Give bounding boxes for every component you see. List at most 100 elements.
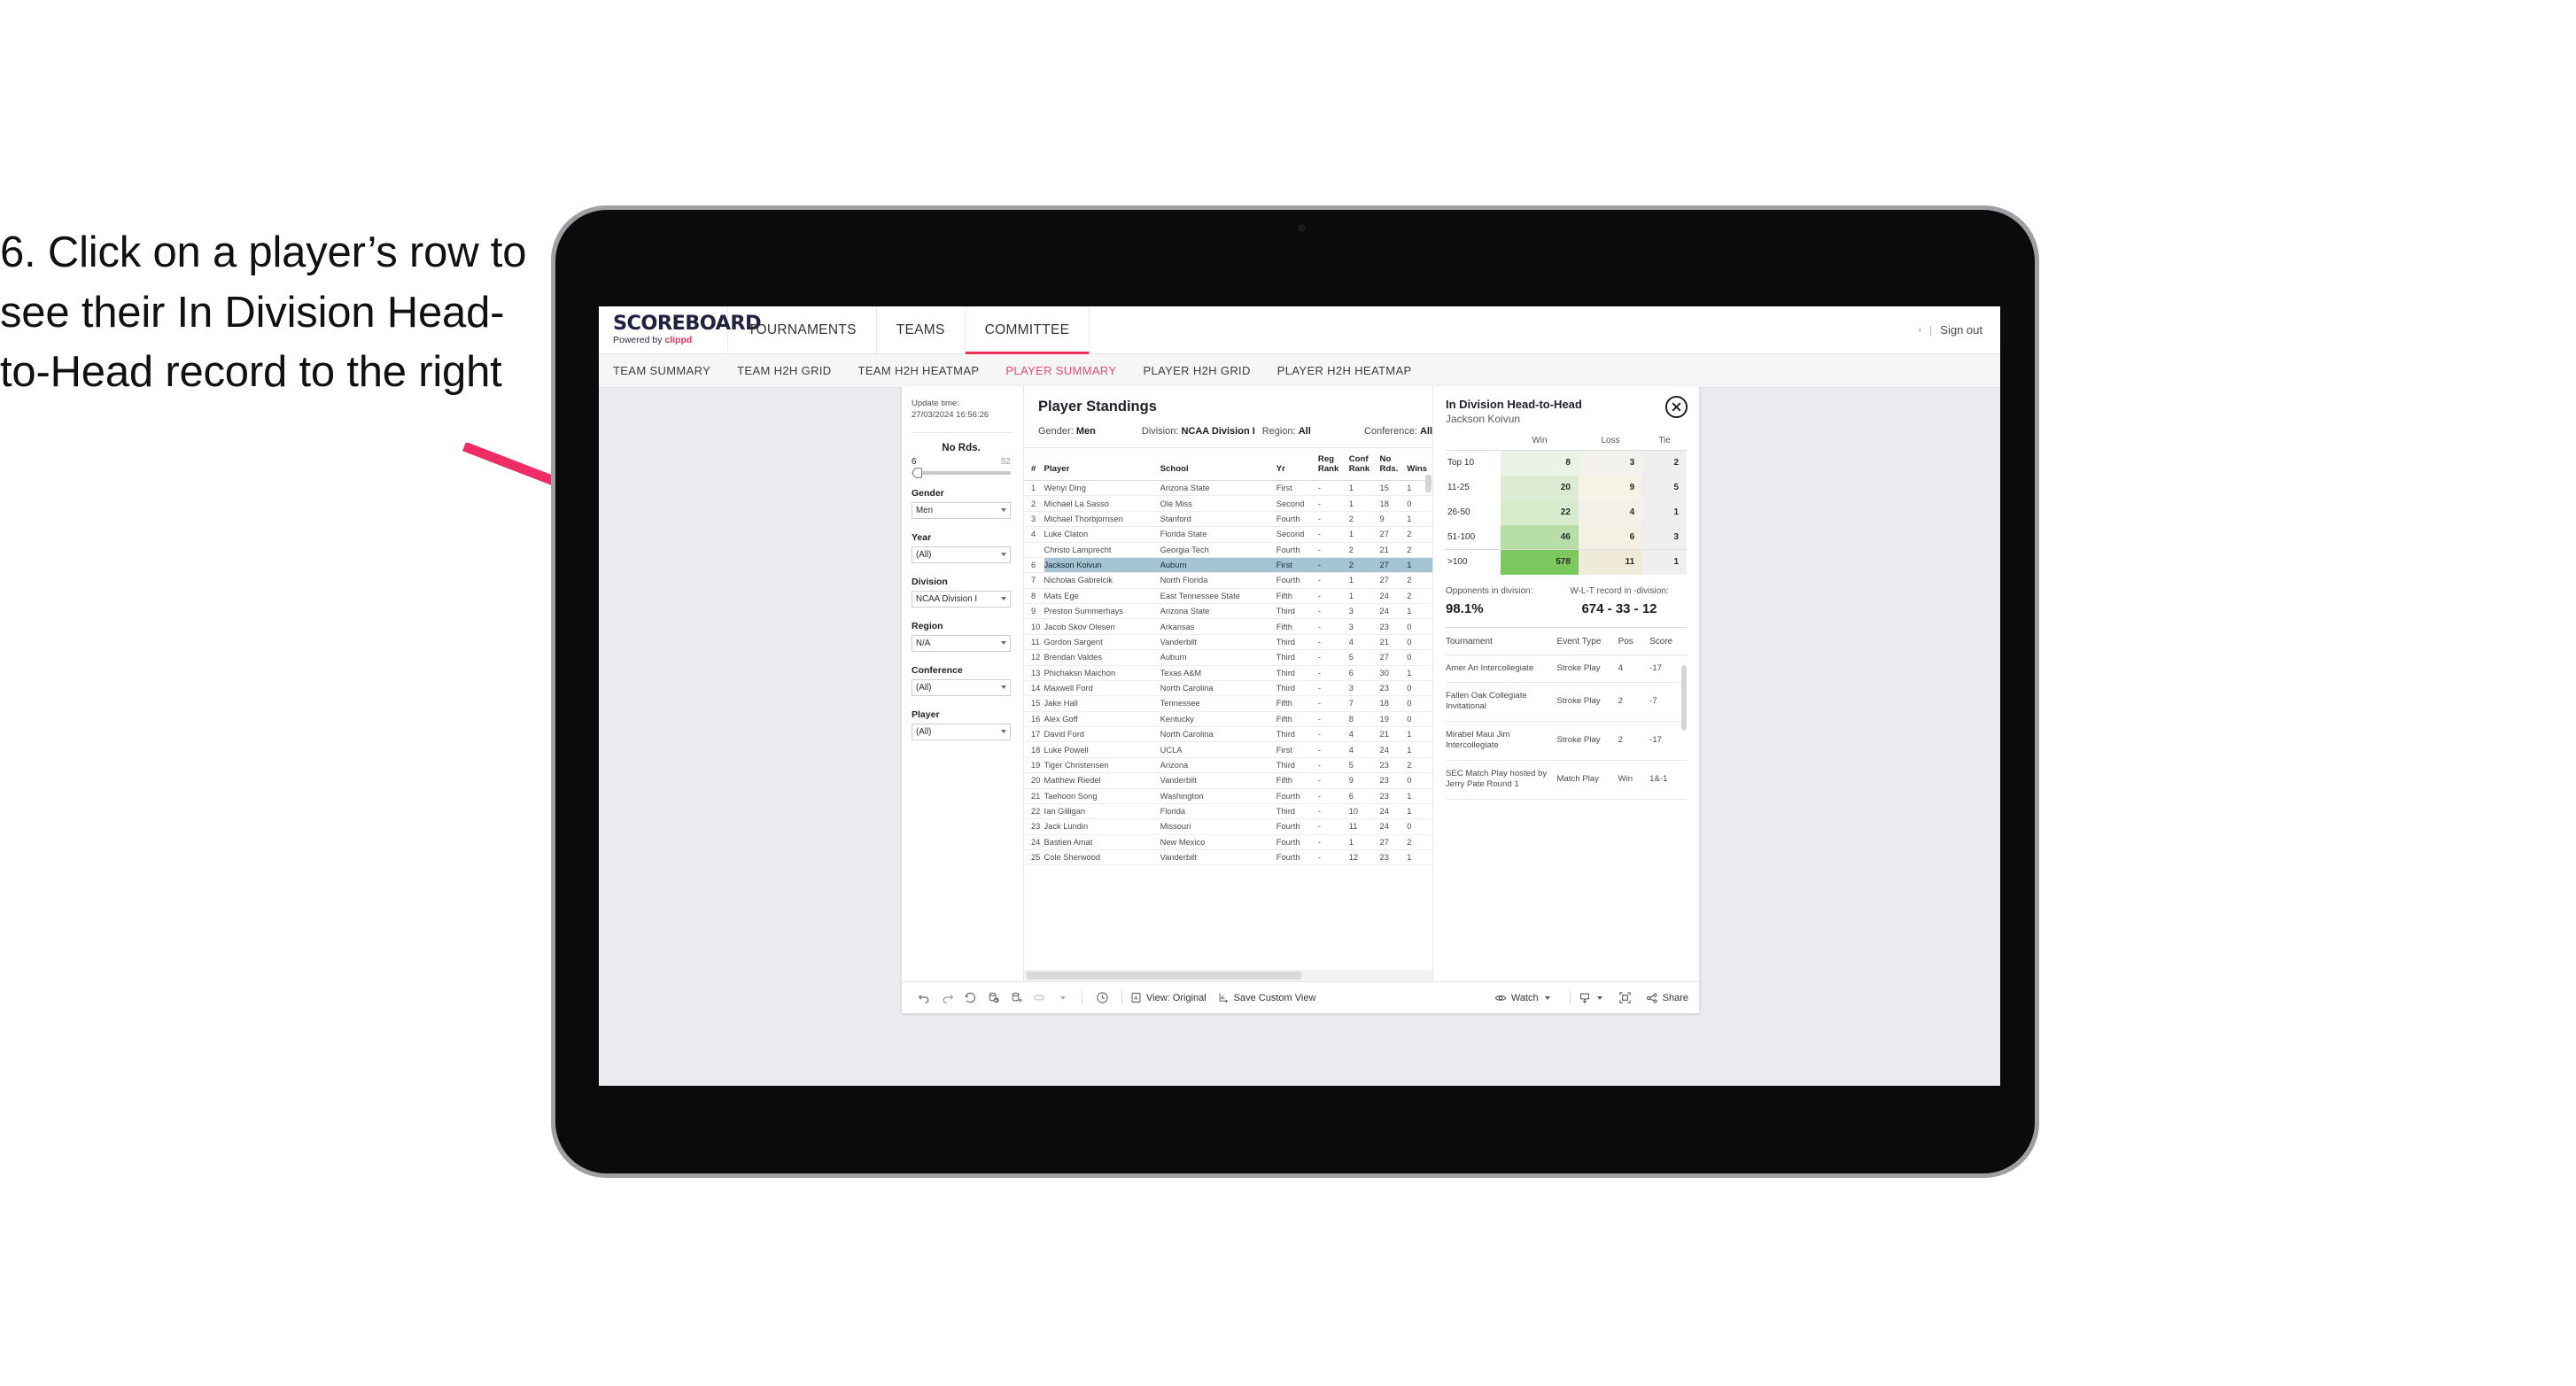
filter-gender-select[interactable]: Men [912,501,1011,519]
sign-out-link[interactable]: Sign out [1940,323,1982,337]
tournament-scrollbar[interactable] [1681,664,1687,731]
nav-committee[interactable]: COMMITTEE [965,306,1090,354]
tab-player-h2h-heatmap[interactable]: PLAYER H2H HEATMAP [1277,364,1412,377]
table-row[interactable]: 1 Wenyi Ding Arizona State First -1 15 1 [1024,480,1432,497]
col-event-type[interactable]: Event Type [1556,627,1618,655]
tournament-row[interactable]: Amer Ari Intercollegiate Stroke Play 4 -17 [1446,654,1687,683]
pause-updates-icon[interactable] [1005,987,1028,1010]
table-row[interactable]: 17 David Ford North Carolina Third -4 21 1 [1024,726,1432,743]
col-no-rds[interactable]: No Rds. [1379,448,1408,481]
table-row[interactable]: 11 Gordon Sargent Vanderbilt Third -4 21 0 [1024,634,1432,651]
col-tournament[interactable]: Tournament [1446,627,1557,655]
tab-team-h2h-grid[interactable]: TEAM H2H GRID [737,364,831,377]
watch-button[interactable]: Watch [1494,992,1550,1004]
table-row[interactable]: 6 Jackson Koivun Auburn First -2 27 1 [1024,557,1432,574]
fullscreen-icon[interactable] [1614,987,1637,1010]
nav-tournaments[interactable]: TOURNAMENTS [728,306,877,353]
col-rank[interactable]: # [1024,448,1044,481]
cell-reg-rank: - [1317,726,1349,743]
h2h-cell-loss: 11 [1578,549,1643,575]
chevron-down-icon [1001,553,1006,557]
tab-player-h2h-grid[interactable]: PLAYER H2H GRID [1143,364,1250,377]
table-row[interactable]: 8 Mats Ege East Tennessee State Fifth -1 24 2 [1024,588,1432,605]
cell-school: Vanderbilt [1160,634,1276,651]
app-logo[interactable]: SCOREBOARD Powered by clippd [599,306,762,353]
h2h-matrix-table: Win Loss Tie Top 10 8 3 2 11-25 20 9 5 26-50 22 4 1… [1446,436,1687,575]
table-row[interactable]: 16 Alex Goff Kentucky Fifth -8 19 0 [1024,711,1432,728]
page-title: Player Standings [1038,399,1157,414]
table-row[interactable]: 18 Luke Powell UCLA First -4 24 1 [1024,741,1432,758]
table-vertical-scrollbar[interactable] [1425,475,1432,492]
table-row[interactable]: 10 Jacob Skov Olesen Arkansas Fifth -3 23 0 [1024,618,1432,635]
col-player[interactable]: Player [1044,448,1160,481]
table-row[interactable]: 15 Jake Hall Tennessee Fifth -7 18 0 [1024,695,1432,712]
filter-conference-select[interactable]: (All) [912,678,1011,696]
table-row[interactable]: 7 Nicholas Gabrelcik North Florida Fourth -1… [1024,572,1432,589]
view-original-button[interactable]: View: Original [1130,992,1207,1003]
undo-icon[interactable] [912,987,935,1010]
filter-player-select[interactable]: (All) [912,723,1011,740]
tab-player-summary[interactable]: PLAYER SUMMARY [1005,364,1116,377]
cell-player: Bastien Amat [1044,834,1160,851]
table-row[interactable]: 24 Bastien Amat New Mexico Fourth -1 27 2 [1024,834,1432,851]
tab-team-summary[interactable]: TEAM SUMMARY [613,364,710,377]
save-custom-view-button[interactable]: Save Custom View [1218,992,1315,1003]
clock-icon[interactable] [1090,987,1113,1010]
refresh-data-icon[interactable] [982,987,1005,1010]
cell-school: Missouri [1160,818,1276,835]
cell-year: Third [1276,757,1318,774]
table-row[interactable]: 3 Michael Thorbjornsen Stanford Fourth -2 9 1 [1024,511,1432,528]
tournament-row[interactable]: Fallen Oak Collegiate Invitational Stroke… [1446,682,1687,722]
tournament-row[interactable]: Mirabel Maui Jim Intercollegiate Stroke P… [1446,721,1687,761]
table-row[interactable]: 25 Cole Sherwood Vanderbilt Fourth -12 23 1 [1024,849,1432,866]
cell-year: Third [1276,649,1318,666]
cell-school: Vanderbilt [1160,772,1276,789]
revert-icon[interactable] [958,987,982,1010]
h2h-cell-win: 20 [1501,475,1579,500]
col-school[interactable]: School [1160,448,1276,481]
table-row[interactable]: Christo Lamprecht Georgia Tech Fourth -2 21 2 [1024,542,1432,558]
filter-region-select[interactable]: N/A [912,634,1011,652]
cell-rank: 24 [1024,834,1044,851]
stat-record-label: W-L-T record in -division: [1570,585,1669,596]
col-conf-rank[interactable]: Conf Rank [1348,448,1380,481]
col-pos[interactable]: Pos [1618,627,1650,655]
download-button[interactable] [1579,992,1602,1004]
tournament-row[interactable]: SEC Match Play hosted by Jerry Pate Roun… [1446,760,1687,800]
scrollbar-thumb[interactable] [1027,972,1301,979]
table-row[interactable]: 21 Taehoon Song Washington Fourth -6 23 1 [1024,788,1432,804]
cell-reg-rank: - [1317,788,1349,804]
redo-icon[interactable] [935,987,958,1010]
table-row[interactable]: 23 Jack Lundin Missouri Fourth -11 24 0 [1024,818,1432,835]
highlight-icon[interactable] [1028,987,1051,1010]
filter-division-select[interactable]: NCAA Division I [912,590,1011,608]
col-year[interactable]: Yr [1276,448,1318,481]
filter-gender: Gender Men [912,488,1013,519]
table-row[interactable]: 22 Ian Gilligan Florida Third -10 24 1 [1024,803,1432,820]
table-row[interactable]: 2 Michael La Sasso Ole Miss Second -1 18 0 [1024,495,1432,512]
table-horizontal-scrollbar[interactable] [1024,970,1432,981]
table-row[interactable]: 13 Phichaksn Maichon Texas A&M Third -6 30 1 [1024,665,1432,681]
col-score[interactable]: Score [1649,627,1687,655]
filter-year-select[interactable]: (All) [912,546,1011,563]
close-circle-icon[interactable] [1664,395,1688,419]
cell-reg-rank: - [1317,665,1349,681]
share-button[interactable]: Share [1646,992,1688,1004]
table-row[interactable]: 12 Brendan Valdes Auburn Third -5 27 0 [1024,649,1432,666]
table-row[interactable]: 19 Tiger Christensen Arizona Third -5 23 2 [1024,757,1432,774]
nav-teams[interactable]: TEAMS [877,306,966,353]
tab-team-h2h-heatmap[interactable]: TEAM H2H HEATMAP [858,364,980,377]
highlight-dropdown-icon[interactable] [1051,987,1074,1010]
cell-reg-rank: - [1317,542,1349,558]
table-row[interactable]: 4 Luke Claton Florida State Second -1 27 2 [1024,526,1432,543]
no-rounds-slider[interactable] [912,467,1011,478]
slider-thumb[interactable] [912,467,922,478]
player-standings-panel: Player Standings Gender: Men Division: N… [1024,386,1433,981]
col-reg-rank[interactable]: Reg Rank [1317,448,1349,481]
table-row[interactable]: 14 Maxwell Ford North Carolina Third -3 23 0 [1024,680,1432,697]
chevron-right-icon[interactable]: › [1919,325,1921,335]
filter-division: Division NCAA Division I [912,577,1013,608]
table-row[interactable]: 9 Preston Summerhays Arizona State Third -3 2… [1024,603,1432,620]
table-row[interactable]: 20 Matthew Riedel Vanderbilt Fifth -9 23 0 [1024,772,1432,789]
cell-score: 1&-1 [1649,760,1687,800]
